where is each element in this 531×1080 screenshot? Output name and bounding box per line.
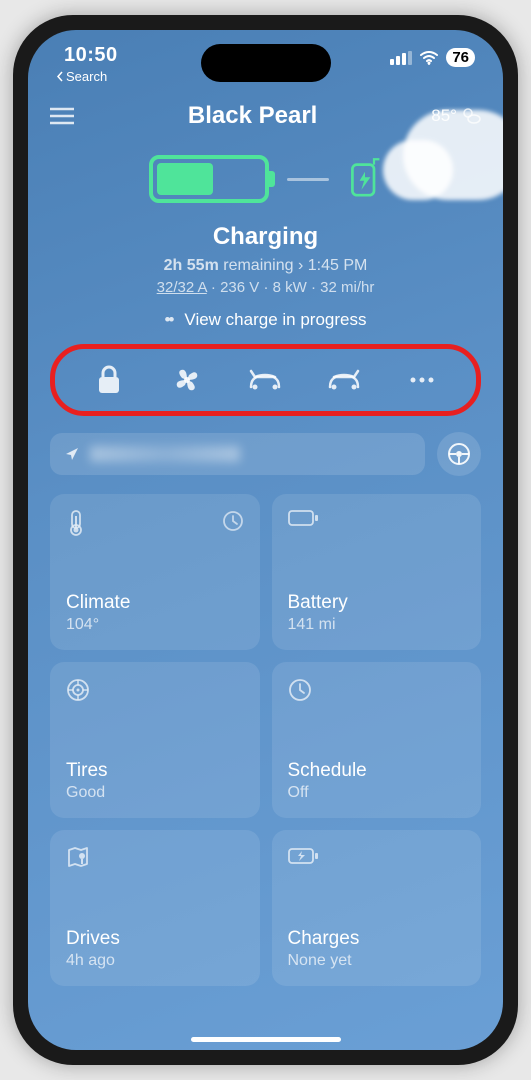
battery-percent: 76 xyxy=(452,49,469,66)
charging-battery-icon xyxy=(288,846,318,866)
charging-status: Charging 2h 55m remaining › 1:45 PM 32/3… xyxy=(28,223,503,330)
lock-icon xyxy=(96,365,122,395)
more-actions-button[interactable] xyxy=(393,358,451,402)
vehicle-title: Black Pearl xyxy=(188,102,317,130)
back-to-search[interactable]: Search xyxy=(56,69,118,84)
tile-value: None yet xyxy=(288,952,466,970)
chevron-left-icon xyxy=(56,71,64,82)
remaining-label: remaining xyxy=(223,257,293,274)
temperature: 85° xyxy=(431,106,457,126)
weather-display[interactable]: 85° xyxy=(431,106,481,126)
location-input[interactable] xyxy=(50,433,425,475)
tire-icon xyxy=(66,678,90,702)
tile-title: Tires xyxy=(66,760,244,782)
trunk-button[interactable] xyxy=(315,358,373,402)
view-progress-label: View charge in progress xyxy=(184,310,366,330)
tires-tile[interactable]: Tires Good xyxy=(50,662,260,818)
quick-actions-row xyxy=(58,348,473,412)
tile-value: 104° xyxy=(66,616,244,634)
charges-tile[interactable]: Charges None yet xyxy=(272,830,482,986)
tile-value: Off xyxy=(288,784,466,802)
charger-icon xyxy=(347,157,383,201)
pager-dots-icon: •• xyxy=(165,310,173,330)
battery-tile[interactable]: Battery 141 mi xyxy=(272,494,482,650)
menu-button[interactable] xyxy=(50,107,74,125)
power: 8 kW xyxy=(273,279,307,296)
hours-remaining: 2h xyxy=(164,257,183,274)
view-charge-progress-button[interactable]: •• View charge in progress xyxy=(48,310,483,330)
tile-title: Battery xyxy=(288,592,466,614)
navigation-arrow-icon xyxy=(64,446,80,462)
voltage: 236 V xyxy=(220,279,259,296)
phone-frame: 10:50 Search 76 Black Pearl 85° xyxy=(13,15,518,1065)
frunk-icon xyxy=(247,367,283,393)
car-battery-icon xyxy=(149,155,269,203)
dynamic-island xyxy=(201,44,331,82)
wifi-icon xyxy=(419,51,439,65)
eta-time: 1:45 PM xyxy=(308,257,368,274)
lock-button[interactable] xyxy=(80,358,138,402)
back-label: Search xyxy=(66,69,107,84)
status-title: Charging xyxy=(48,223,483,251)
clock: 10:50 xyxy=(64,44,118,67)
tile-value: Good xyxy=(66,784,244,802)
hamburger-icon xyxy=(50,107,74,125)
tile-grid: Climate 104° Battery 141 mi Tires xyxy=(28,494,503,986)
sun-cloud-icon xyxy=(461,106,481,126)
battery-fill xyxy=(157,163,213,195)
trunk-icon xyxy=(326,367,362,393)
tile-title: Climate xyxy=(66,592,244,614)
tile-title: Drives xyxy=(66,928,244,950)
app-screen: 10:50 Search 76 Black Pearl 85° xyxy=(28,30,503,1050)
clock-icon xyxy=(288,678,312,702)
steering-wheel-icon xyxy=(447,442,471,466)
minutes-remaining: 55m xyxy=(187,257,219,274)
more-icon xyxy=(409,376,435,384)
time-remaining-row[interactable]: 2h 55m remaining › 1:45 PM xyxy=(48,257,483,275)
app-header: Black Pearl 85° xyxy=(28,84,503,140)
frunk-button[interactable] xyxy=(236,358,294,402)
climate-tile[interactable]: Climate 104° xyxy=(50,494,260,650)
clock-icon xyxy=(222,510,244,532)
thermometer-icon xyxy=(66,510,86,536)
drive-button[interactable] xyxy=(437,432,481,476)
battery-icon xyxy=(288,510,318,526)
location-row xyxy=(50,432,481,476)
amperage: 32/32 A xyxy=(157,279,207,296)
charge-cable-line xyxy=(287,178,329,181)
charge-stats-row[interactable]: 32/32 A · 236 V · 8 kW · 32 mi/hr xyxy=(48,279,483,296)
schedule-tile[interactable]: Schedule Off xyxy=(272,662,482,818)
location-text-redacted xyxy=(90,446,240,462)
map-pin-icon xyxy=(66,846,90,870)
climate-fan-button[interactable] xyxy=(158,358,216,402)
drives-tile[interactable]: Drives 4h ago xyxy=(50,830,260,986)
charge-rate: 32 mi/hr xyxy=(320,279,374,296)
battery-indicator: 76 xyxy=(446,48,475,67)
tile-value: 4h ago xyxy=(66,952,244,970)
home-indicator[interactable] xyxy=(191,1037,341,1042)
tile-title: Schedule xyxy=(288,760,466,782)
tile-title: Charges xyxy=(288,928,466,950)
fan-icon xyxy=(172,365,202,395)
tile-value: 141 mi xyxy=(288,616,466,634)
cellular-icon xyxy=(390,51,412,65)
